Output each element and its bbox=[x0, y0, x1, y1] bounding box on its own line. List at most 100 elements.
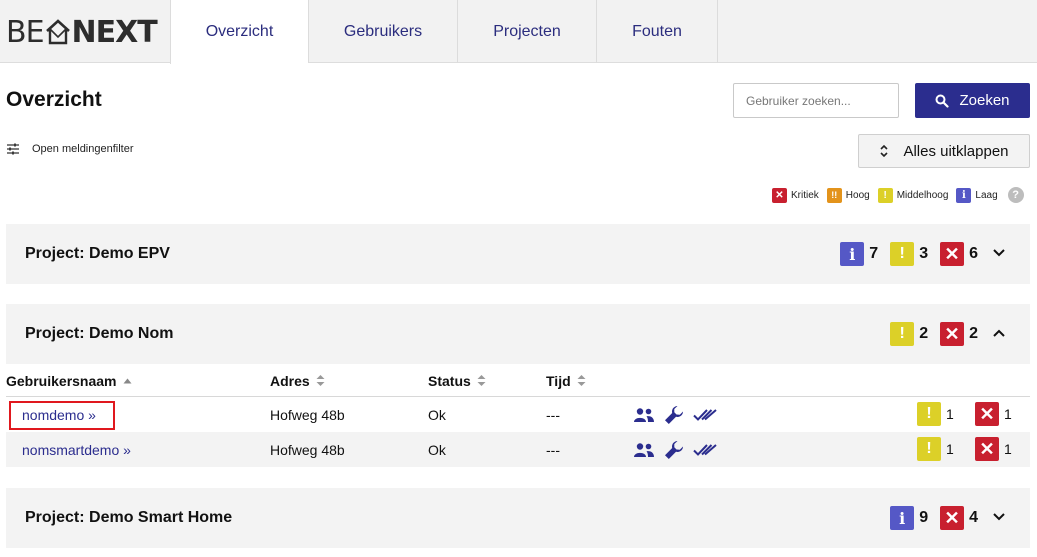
tab-overzicht[interactable]: Overzicht bbox=[170, 0, 308, 64]
column-header-time[interactable]: Tijd bbox=[546, 364, 586, 397]
table-row: nomdemo » Hofweg 48b Ok --- ! 1 ✕ 1 bbox=[6, 397, 1030, 432]
critical-icon: ✕ bbox=[772, 187, 787, 203]
info-count: i 9 bbox=[890, 506, 928, 530]
project-panel-demo-nom[interactable]: Project: Demo Nom ! 2 ✕ 2 bbox=[6, 304, 1030, 364]
tab-projecten[interactable]: Projecten bbox=[457, 0, 596, 63]
warning-count: ! 1 bbox=[917, 402, 954, 426]
search-button-label: Zoeken bbox=[959, 92, 1010, 109]
legend-low-label: Laag bbox=[975, 189, 998, 201]
tab-gebruikers[interactable]: Gebruikers bbox=[308, 0, 457, 63]
legend-medium: ! Middelhoog bbox=[877, 187, 949, 203]
warning-icon: ! bbox=[890, 322, 915, 346]
critical-count-value: 4 bbox=[969, 509, 978, 526]
search-button[interactable]: Zoeken bbox=[915, 83, 1030, 118]
expand-all-button[interactable]: Alles uitklappen bbox=[858, 134, 1030, 168]
table-row: nomsmartdemo » Hofweg 48b Ok --- ! 1 ✕ 1 bbox=[6, 432, 1030, 467]
legend-high-label: Hoog bbox=[845, 189, 870, 201]
legend-critical: ✕ Kritiek bbox=[772, 187, 819, 203]
logo-text-next: NEXT bbox=[71, 14, 158, 50]
open-filter-link[interactable]: Open meldingenfilter bbox=[6, 143, 134, 155]
time-cell: --- bbox=[546, 406, 560, 423]
users-icon[interactable] bbox=[633, 442, 655, 458]
critical-count: ✕ 6 bbox=[940, 242, 978, 266]
critical-count: ✕ 2 bbox=[940, 322, 978, 346]
double-check-icon[interactable] bbox=[693, 408, 717, 422]
status-cell: Ok bbox=[428, 406, 446, 423]
critical-count-value: 1 bbox=[1004, 441, 1012, 457]
legend-medium-label: Middelhoog bbox=[896, 189, 949, 201]
column-header-address[interactable]: Adres bbox=[270, 364, 325, 397]
legend-critical-label: Kritiek bbox=[791, 189, 819, 201]
info-count-value: 9 bbox=[919, 509, 929, 526]
open-filter-label: Open meldingenfilter bbox=[32, 143, 134, 155]
project-title: Project: Demo Nom bbox=[25, 325, 174, 342]
search-input[interactable] bbox=[733, 83, 899, 118]
project-counts: i 9 ✕ 4 bbox=[878, 506, 978, 530]
column-header-username[interactable]: Gebruikersnaam bbox=[6, 364, 132, 397]
legend-high: !! Hoog bbox=[826, 187, 870, 203]
project-title: Project: Demo EPV bbox=[25, 245, 170, 262]
username-link[interactable]: nomdemo » bbox=[22, 407, 96, 423]
page-title: Overzicht bbox=[6, 88, 102, 111]
project-panel-demo-smart-home[interactable]: Project: Demo Smart Home i 9 ✕ 4 bbox=[6, 488, 1030, 548]
info-icon: i bbox=[890, 506, 915, 530]
house-icon bbox=[45, 19, 70, 45]
critical-icon: ✕ bbox=[975, 402, 999, 426]
sort-icon bbox=[477, 375, 486, 386]
expand-collapse-icon bbox=[880, 144, 889, 158]
warning-count-value: 2 bbox=[919, 325, 929, 342]
row-actions bbox=[633, 432, 717, 467]
double-check-icon[interactable] bbox=[693, 443, 717, 457]
warning-icon: ! bbox=[917, 437, 941, 461]
top-nav: BE NEXT Overzicht Gebruikers Projecten F… bbox=[0, 0, 1037, 64]
project-panel-demo-epv[interactable]: Project: Demo EPV i 7 ! 3 ✕ 6 bbox=[6, 224, 1030, 284]
wrench-icon[interactable] bbox=[663, 439, 685, 461]
column-header-label: Status bbox=[428, 372, 471, 389]
chevron-down-icon[interactable] bbox=[992, 510, 1006, 524]
critical-count: ✕ 4 bbox=[940, 506, 978, 530]
severity-legend: ✕ Kritiek !! Hoog ! Middelhoog i Laag ? bbox=[772, 187, 1024, 203]
critical-count-value: 1 bbox=[1004, 406, 1012, 422]
critical-icon: ✕ bbox=[940, 242, 965, 266]
logo[interactable]: BE NEXT bbox=[6, 12, 158, 52]
search-icon bbox=[935, 94, 950, 108]
warning-count-value: 1 bbox=[946, 406, 954, 422]
chevron-up-icon[interactable] bbox=[992, 326, 1006, 340]
warning-icon: ! bbox=[877, 187, 893, 203]
row-actions bbox=[633, 397, 717, 432]
users-table: Gebruikersnaam Adres Status Tijd nomdemo… bbox=[6, 364, 1030, 467]
column-header-label: Adres bbox=[270, 372, 310, 389]
column-header-label: Gebruikersnaam bbox=[6, 372, 117, 389]
username-link[interactable]: nomsmartdemo » bbox=[22, 442, 131, 458]
warning-count: ! 1 bbox=[917, 437, 954, 461]
sort-asc-icon bbox=[123, 378, 131, 383]
column-header-status[interactable]: Status bbox=[428, 364, 486, 397]
info-icon: i bbox=[956, 187, 972, 203]
critical-count: ✕ 1 bbox=[975, 437, 1012, 461]
time-cell: --- bbox=[546, 441, 560, 458]
sort-icon bbox=[577, 375, 586, 386]
warning-count: ! 2 bbox=[890, 322, 928, 346]
status-cell: Ok bbox=[428, 441, 446, 458]
warning-count: ! 3 bbox=[890, 242, 928, 266]
expand-all-label: Alles uitklappen bbox=[903, 142, 1009, 160]
project-title: Project: Demo Smart Home bbox=[25, 509, 233, 526]
users-icon[interactable] bbox=[633, 407, 655, 423]
column-header-label: Tijd bbox=[546, 372, 571, 389]
sort-icon bbox=[316, 375, 325, 386]
warning-icon: ! bbox=[890, 242, 915, 266]
critical-count: ✕ 1 bbox=[975, 402, 1012, 426]
critical-count-value: 2 bbox=[969, 325, 978, 342]
logo-text-be: BE bbox=[6, 14, 45, 50]
project-counts: i 7 ! 3 ✕ 6 bbox=[828, 242, 978, 266]
wrench-icon[interactable] bbox=[663, 404, 685, 426]
address-cell: Hofweg 48b bbox=[270, 406, 345, 423]
address-cell: Hofweg 48b bbox=[270, 441, 345, 458]
help-icon[interactable]: ? bbox=[1007, 187, 1024, 203]
warning-count-value: 1 bbox=[946, 441, 954, 457]
critical-count-value: 6 bbox=[969, 245, 978, 262]
project-counts: ! 2 ✕ 2 bbox=[878, 322, 978, 346]
tab-fouten[interactable]: Fouten bbox=[596, 0, 718, 63]
critical-icon: ✕ bbox=[975, 437, 999, 461]
chevron-down-icon[interactable] bbox=[992, 246, 1006, 260]
